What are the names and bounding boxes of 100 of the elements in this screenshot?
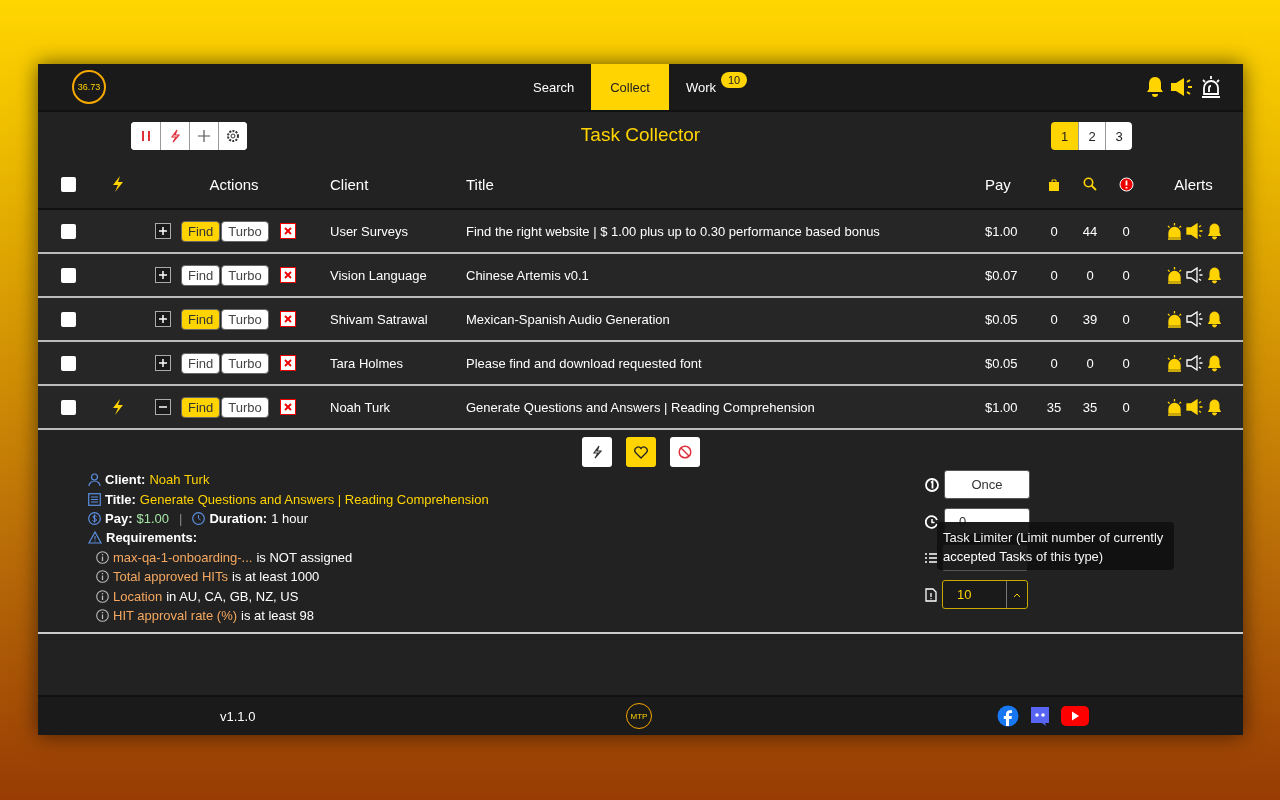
count-cell: 0 <box>1086 355 1094 371</box>
bell-icon[interactable] <box>1206 222 1222 240</box>
count-cell: 0 <box>1122 223 1130 239</box>
siren-icon[interactable] <box>1165 354 1183 372</box>
remove-button[interactable] <box>279 399 296 415</box>
row-checkbox[interactable] <box>60 399 76 415</box>
column-header: Alerts <box>1174 175 1213 193</box>
client-value: Noah Turk <box>149 472 210 488</box>
minus-icon <box>159 403 167 411</box>
row-checkbox[interactable] <box>60 223 76 239</box>
remove-button[interactable] <box>279 267 296 283</box>
siren-icon[interactable] <box>1165 222 1183 240</box>
count-cell: 35 <box>1046 399 1062 415</box>
requirement-name: Location <box>113 588 163 604</box>
row-checkbox[interactable] <box>60 311 76 327</box>
row-checkbox[interactable] <box>60 355 76 371</box>
find-button[interactable]: Find <box>181 220 221 242</box>
remove-button[interactable] <box>279 223 296 239</box>
count-cell: 0 <box>1122 399 1130 415</box>
title-cell: Please find and download requested font <box>466 355 702 371</box>
info-icon <box>96 570 109 584</box>
client-cell: Shivam Satrawal <box>330 311 428 327</box>
frequency-button[interactable]: Once <box>944 470 1030 499</box>
nav-tab[interactable]: Search <box>516 64 592 110</box>
bell-icon[interactable] <box>1206 310 1222 328</box>
bell-icon[interactable] <box>1206 354 1222 372</box>
requirement-text: is NOT assigned <box>256 549 353 565</box>
title-label: Title: <box>105 491 136 507</box>
turbo-button[interactable]: Turbo <box>221 308 269 330</box>
play-icon[interactable] <box>1061 706 1089 726</box>
settings-button[interactable] <box>218 122 247 150</box>
client-cell: Tara Holmes <box>330 355 403 371</box>
speaker-outline-icon[interactable] <box>1185 355 1204 371</box>
expand-toggle[interactable] <box>155 311 171 327</box>
limit-field[interactable]: 10 <box>942 580 1028 609</box>
remove-button[interactable] <box>279 311 296 327</box>
bell-icon[interactable] <box>1206 398 1222 416</box>
expand-toggle[interactable] <box>155 267 171 283</box>
client-cell: Vision Language <box>330 267 427 283</box>
speaker-outline-icon[interactable] <box>1185 267 1204 283</box>
turbo-button[interactable]: Turbo <box>221 264 269 286</box>
requirement-name: HIT approval rate (%) <box>113 607 238 623</box>
close-icon <box>283 403 292 411</box>
warning-icon <box>88 531 102 545</box>
favorite-button[interactable] <box>625 437 656 467</box>
speaker-icon[interactable] <box>1185 223 1204 239</box>
facebook-icon[interactable] <box>997 705 1019 727</box>
requirement-name: Total approved HITs <box>113 569 228 585</box>
client-cell: Noah Turk <box>330 399 390 415</box>
page-button[interactable]: 2 <box>1078 122 1105 150</box>
remove-button[interactable] <box>279 355 296 371</box>
select-all-checkbox[interactable] <box>60 176 76 192</box>
find-button[interactable]: Find <box>181 352 221 374</box>
close-icon <box>283 315 292 323</box>
block-button[interactable] <box>669 437 700 467</box>
duration-value: 1 hour <box>271 510 309 526</box>
siren-icon[interactable] <box>1165 398 1183 416</box>
count-cell: 0 <box>1122 355 1130 371</box>
expand-toggle[interactable] <box>155 355 171 371</box>
info-icon <box>96 550 109 564</box>
count-cell: 0 <box>1050 311 1058 327</box>
info-icon <box>96 608 109 622</box>
speaker-outline-icon[interactable] <box>1185 311 1204 327</box>
expand-toggle[interactable] <box>155 223 171 239</box>
lightning-button[interactable] <box>581 437 612 467</box>
page-button[interactable]: 3 <box>1105 122 1132 150</box>
numbered-circle-icon <box>925 477 939 492</box>
bell-icon[interactable] <box>1206 266 1222 284</box>
count-cell: 44 <box>1082 223 1098 239</box>
chat-bubble-icon[interactable] <box>1028 705 1052 727</box>
bell-icon[interactable] <box>1145 76 1165 98</box>
turbo-button[interactable]: Turbo <box>221 220 269 242</box>
row-checkbox[interactable] <box>60 267 76 283</box>
person-icon <box>88 473 101 487</box>
siren-icon[interactable] <box>1165 266 1183 284</box>
page-button[interactable]: 1 <box>1051 122 1078 150</box>
column-header: Pay <box>985 175 1011 193</box>
pay-cell: $0.05 <box>985 311 1018 327</box>
pay-value: $1.00 <box>136 510 169 526</box>
dollar-icon <box>88 511 101 525</box>
siren-icon[interactable] <box>1165 310 1183 328</box>
turbo-button[interactable]: Turbo <box>221 352 269 374</box>
client-label: Client: <box>105 472 146 488</box>
list-icon <box>88 492 101 506</box>
title-cell: Mexican-Spanish Audio Generation <box>466 311 670 327</box>
turbo-button[interactable]: Turbo <box>221 396 269 418</box>
find-button[interactable]: Find <box>181 308 221 330</box>
siren-icon[interactable] <box>1199 75 1223 99</box>
count-cell: 35 <box>1082 399 1098 415</box>
close-icon <box>283 271 292 279</box>
find-button[interactable]: Find <box>181 264 221 286</box>
bag-icon <box>1048 177 1060 191</box>
speaker-icon[interactable] <box>1185 399 1204 415</box>
version-label: v1.1.0 <box>220 708 256 724</box>
list-icon <box>925 551 937 564</box>
speaker-icon[interactable] <box>1169 76 1195 98</box>
clock-icon <box>192 511 206 525</box>
find-button[interactable]: Find <box>181 396 221 418</box>
nav-tab[interactable]: Collect <box>591 64 669 110</box>
collapse-toggle[interactable] <box>155 399 171 415</box>
